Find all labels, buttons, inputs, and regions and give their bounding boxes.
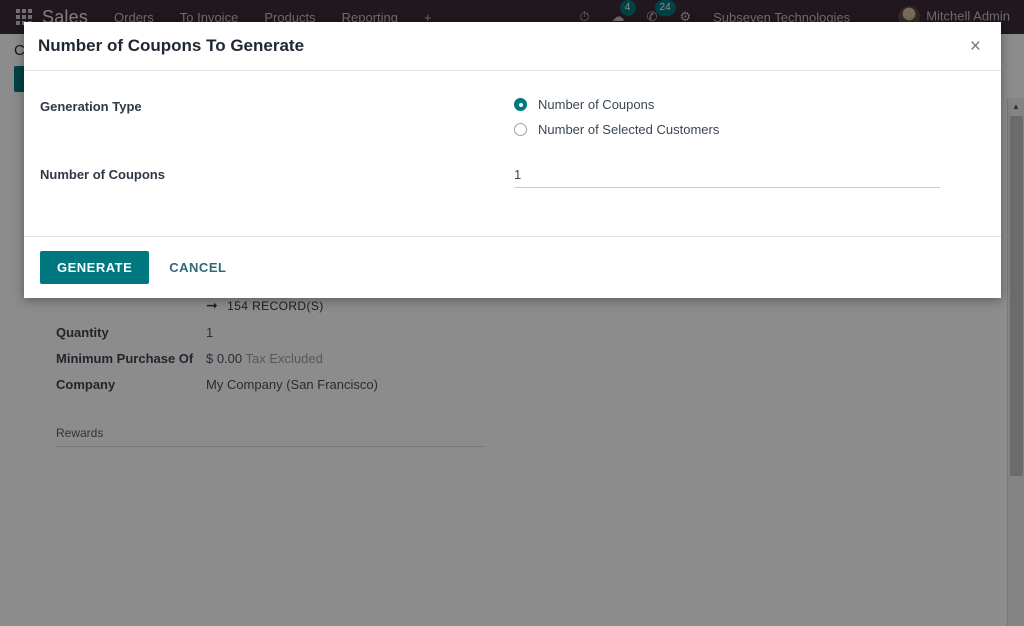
radio-option-number-of-selected-customers[interactable]: Number of Selected Customers bbox=[514, 122, 947, 137]
radio-icon-selected[interactable] bbox=[514, 98, 527, 111]
generate-coupons-dialog: Number of Coupons To Generate × Generati… bbox=[24, 22, 1001, 298]
number-of-coupons-label: Number of Coupons bbox=[40, 165, 514, 182]
app-root: Sales Orders To Invoice Products Reporti… bbox=[0, 0, 1024, 626]
generation-type-options: Number of Coupons Number of Selected Cus… bbox=[514, 97, 985, 147]
generate-button[interactable]: GENERATE bbox=[40, 251, 149, 284]
number-of-coupons-field bbox=[514, 165, 985, 188]
generation-type-row: Generation Type Number of Coupons Number… bbox=[40, 97, 985, 147]
dialog-footer: GENERATE CANCEL bbox=[24, 236, 1001, 298]
radio-icon[interactable] bbox=[514, 123, 527, 136]
number-of-coupons-input[interactable] bbox=[514, 165, 940, 188]
radio-label: Number of Selected Customers bbox=[538, 122, 719, 137]
dialog-title: Number of Coupons To Generate bbox=[38, 36, 304, 56]
dialog-body: Generation Type Number of Coupons Number… bbox=[24, 71, 1001, 236]
radio-label: Number of Coupons bbox=[538, 97, 654, 112]
dialog-header: Number of Coupons To Generate × bbox=[24, 22, 1001, 71]
generation-type-label: Generation Type bbox=[40, 97, 514, 114]
number-of-coupons-row: Number of Coupons bbox=[40, 165, 985, 188]
cancel-button[interactable]: CANCEL bbox=[157, 251, 238, 284]
radio-option-number-of-coupons[interactable]: Number of Coupons bbox=[514, 97, 947, 112]
close-icon[interactable]: × bbox=[968, 37, 983, 56]
